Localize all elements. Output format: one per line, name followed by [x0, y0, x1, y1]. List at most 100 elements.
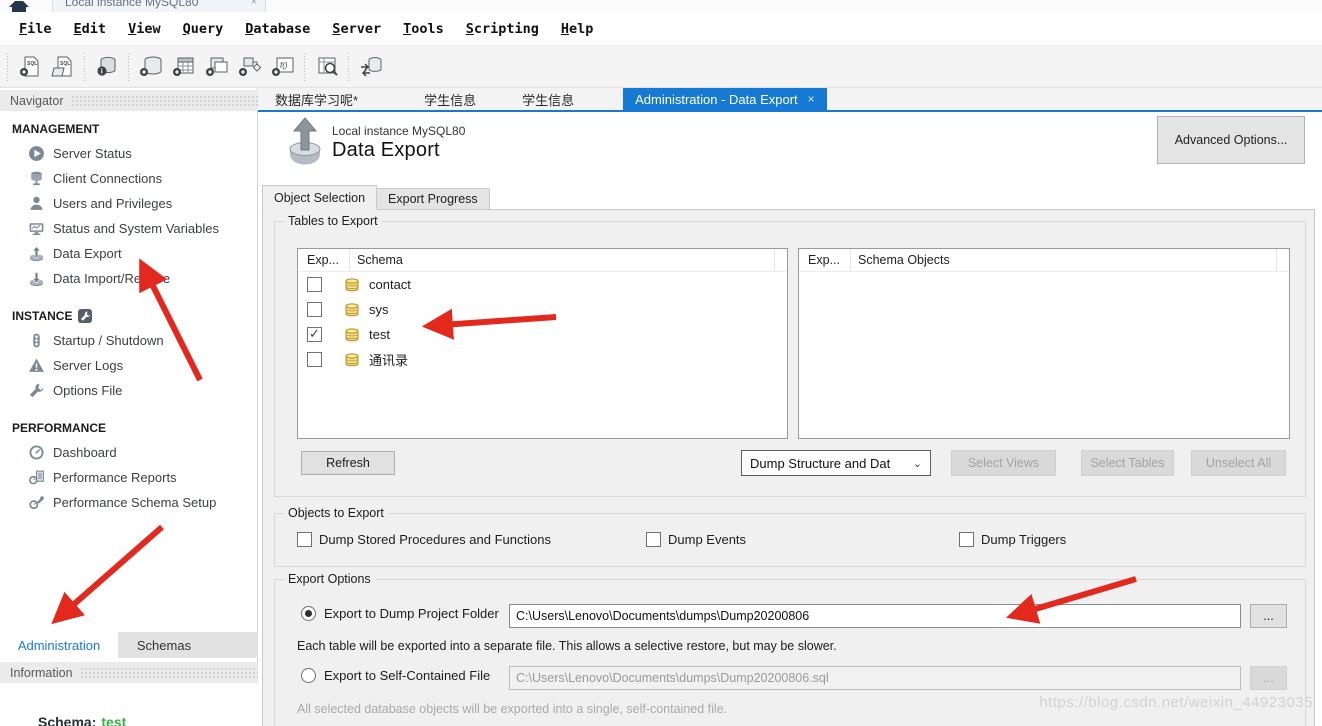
instance-config-icon	[78, 309, 92, 323]
tab-administration[interactable]: Administration	[0, 632, 118, 658]
objects-options-row: Dump Stored Procedures and Functions Dum…	[275, 532, 1305, 552]
radio-selected[interactable]	[301, 606, 316, 621]
export-checkbox[interactable]	[307, 277, 322, 292]
doc-tab-1[interactable]: 数据库学习呢*	[265, 88, 368, 110]
export-to-folder-option[interactable]: Export to Dump Project Folder	[301, 606, 499, 621]
open-sql-script-icon[interactable]: SQL	[46, 50, 79, 84]
dump-type-dropdown[interactable]: Dump Structure and Dat ⌄	[741, 450, 931, 476]
browse-file-button[interactable]: ...	[1250, 666, 1287, 690]
unselect-all-button[interactable]: Unselect All	[1191, 450, 1286, 476]
create-function-icon[interactable]: f()	[266, 50, 299, 84]
radio-unselected[interactable]	[301, 668, 316, 683]
doc-tab-3[interactable]: 学生信息	[512, 88, 584, 110]
menu-file[interactable]: File	[8, 18, 63, 40]
menu-database[interactable]: Database	[234, 18, 321, 40]
menu-tools[interactable]: Tools	[392, 18, 455, 40]
svg-text:SQL: SQL	[27, 61, 37, 67]
close-icon[interactable]: ×	[808, 92, 815, 106]
sidebar-item-client-connections[interactable]: Client Connections	[0, 166, 258, 191]
csdn-watermark: https://blog.csdn.net/weixin_44923035	[1039, 694, 1313, 711]
sidebar-item-performance-reports[interactable]: Performance Reports	[0, 465, 258, 490]
schema-list-header: Exp... Schema	[298, 249, 787, 272]
section-management: MANAGEMENT	[0, 114, 258, 141]
sidebar-item-data-export[interactable]: Data Export	[0, 241, 258, 266]
section-performance: PERFORMANCE	[0, 413, 258, 440]
advanced-options-button[interactable]: Advanced Options...	[1157, 116, 1305, 164]
sidebar-item-users-privileges[interactable]: Users and Privileges	[0, 191, 258, 216]
information-header: Information	[0, 662, 272, 683]
server-logs-icon	[28, 357, 45, 374]
home-icon[interactable]	[8, 1, 30, 12]
mysql-workbench-window: Local instance MySQL80 × File Edit View …	[0, 0, 1322, 726]
sidebar-item-server-status[interactable]: Server Status	[0, 141, 258, 166]
options-file-icon	[28, 382, 45, 399]
toolbar-grip	[126, 53, 131, 81]
schema-icon	[343, 328, 361, 342]
tab-schemas[interactable]: Schemas	[118, 632, 210, 658]
dump-folder-path-input[interactable]	[509, 604, 1241, 628]
menu-view[interactable]: View	[117, 18, 172, 40]
checkbox[interactable]	[297, 532, 312, 547]
dump-stored-procedures-checkbox[interactable]: Dump Stored Procedures and Functions	[297, 532, 551, 547]
schema-row-contacts-cn[interactable]: 通讯录	[298, 347, 787, 372]
new-sql-tab-icon[interactable]: SQL	[13, 50, 46, 84]
sidebar-item-data-import-restore[interactable]: Data Import/Restore	[0, 266, 258, 291]
column-spacer	[1276, 249, 1289, 271]
dashboard-icon	[28, 444, 45, 461]
refresh-button[interactable]: Refresh	[301, 451, 395, 475]
schema-row-test[interactable]: test	[298, 322, 787, 347]
sidebar-item-dashboard[interactable]: Dashboard	[0, 440, 258, 465]
menu-bar: File Edit View Query Database Server Too…	[0, 12, 1322, 45]
sidebar-item-startup-shutdown[interactable]: Startup / Shutdown	[0, 328, 258, 353]
sidebar-item-performance-schema-setup[interactable]: Performance Schema Setup	[0, 490, 258, 515]
menu-scripting[interactable]: Scripting	[455, 18, 550, 40]
export-checkbox[interactable]	[307, 352, 322, 367]
menu-help[interactable]: Help	[550, 18, 605, 40]
folder-export-hint: Each table will be exported into a separ…	[297, 639, 837, 653]
reconnect-dbms-icon[interactable]	[354, 50, 387, 84]
select-tables-button[interactable]: Select Tables	[1081, 450, 1174, 476]
dump-events-checkbox[interactable]: Dump Events	[646, 532, 746, 547]
schema-row-sys[interactable]: sys	[298, 297, 787, 322]
checkbox[interactable]	[959, 532, 974, 547]
dump-file-path-input[interactable]	[509, 666, 1241, 690]
schema-row-contact[interactable]: contact	[298, 272, 787, 297]
create-procedure-icon[interactable]	[233, 50, 266, 84]
menu-edit[interactable]: Edit	[63, 18, 118, 40]
tab-object-selection[interactable]: Object Selection	[262, 185, 377, 210]
data-export-header: Local instance MySQL80 Data Export Advan…	[258, 112, 1322, 186]
schema-list: Exp... Schema contact sys	[297, 248, 788, 439]
connection-tab[interactable]: Local instance MySQL80 ×	[52, 0, 266, 12]
tab-export-progress[interactable]: Export Progress	[377, 188, 490, 210]
dump-triggers-checkbox[interactable]: Dump Triggers	[959, 532, 1066, 547]
search-table-data-icon[interactable]	[310, 50, 343, 84]
export-to-file-option[interactable]: Export to Self-Contained File	[301, 668, 490, 683]
menu-server[interactable]: Server	[321, 18, 392, 40]
performance-schema-setup-icon	[28, 494, 45, 511]
sidebar-item-options-file[interactable]: Options File	[0, 378, 258, 403]
toolbar-grip	[82, 53, 87, 81]
sidebar-item-server-logs[interactable]: Server Logs	[0, 353, 258, 378]
create-table-icon[interactable]	[167, 50, 200, 84]
export-checkbox-checked[interactable]	[307, 327, 322, 342]
toolbar-grip	[346, 53, 351, 81]
sidebar-item-status-system-variables[interactable]: Status and System Variables	[0, 216, 258, 241]
navigator-title: Navigator	[10, 94, 64, 108]
checkbox[interactable]	[646, 532, 661, 547]
doc-tab-2[interactable]: 学生信息	[414, 88, 486, 110]
connection-tab-close-icon[interactable]: ×	[251, 0, 257, 8]
information-schema: Schema:test	[38, 714, 126, 726]
schema-objects-header: Exp... Schema Objects	[799, 249, 1289, 272]
export-checkbox[interactable]	[307, 302, 322, 317]
objects-to-export-group: Objects to Export Dump Stored Procedures…	[274, 513, 1306, 567]
data-import-icon	[28, 270, 45, 287]
schema-value: test	[101, 714, 126, 726]
menu-query[interactable]: Query	[172, 18, 235, 40]
browse-folder-button[interactable]: ...	[1250, 604, 1287, 628]
select-views-button[interactable]: Select Views	[951, 450, 1056, 476]
create-view-icon[interactable]	[200, 50, 233, 84]
navigator-tree: MANAGEMENT Server Status Client Connecti…	[0, 114, 258, 515]
doc-tab-data-export[interactable]: Administration - Data Export ×	[623, 88, 827, 110]
create-schema-icon[interactable]	[134, 50, 167, 84]
schema-inspector-icon[interactable]: i	[90, 50, 123, 84]
